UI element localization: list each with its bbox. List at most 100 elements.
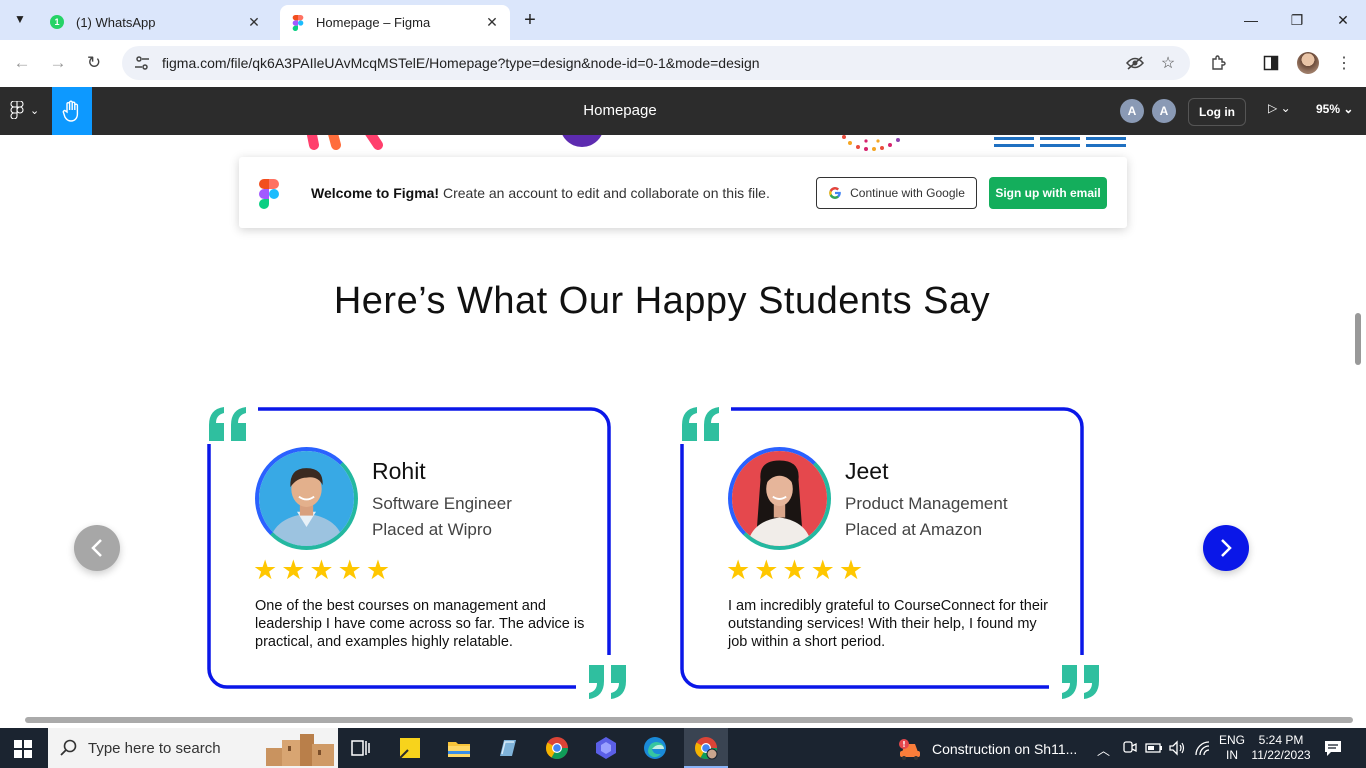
windows-taskbar: Type here to search Construction on Sh11…: [0, 728, 1366, 768]
clock-time: 5:24 PM: [1258, 733, 1304, 747]
welcome-title: Welcome to Figma!: [311, 185, 440, 201]
kebab-menu-icon[interactable]: ⋮: [1333, 52, 1355, 74]
region-code: IN: [1226, 748, 1238, 762]
student-role: Product Management: [845, 494, 1008, 513]
minimize-icon[interactable]: —: [1236, 8, 1266, 32]
tab-close-icon[interactable]: ✕: [246, 14, 262, 31]
wifi-icon[interactable]: [1194, 740, 1210, 756]
forward-arrow-icon[interactable]: →: [47, 52, 69, 74]
system-clock[interactable]: 5:24 PM 11/22/2023: [1250, 733, 1312, 763]
carousel-prev-button[interactable]: [74, 525, 120, 571]
welcome-message: Welcome to Figma! Create an account to e…: [311, 185, 770, 201]
log-in-button[interactable]: Log in: [1188, 98, 1246, 126]
testimonial-card: Jeet Product Management Placed at Amazon…: [679, 407, 1099, 702]
chrome-icon[interactable]: [545, 736, 569, 760]
tab-close-icon[interactable]: ✕: [484, 14, 500, 31]
notes-app-icon[interactable]: [496, 736, 520, 760]
tab-label: Homepage – Figma: [316, 15, 431, 30]
figma-logo-icon: [259, 179, 279, 209]
student-name: Jeet: [845, 458, 889, 484]
eye-slash-icon[interactable]: [1124, 52, 1146, 74]
open-quote-icon: [682, 407, 719, 441]
carousel-next-button[interactable]: [1203, 525, 1249, 571]
testimonial-text: I am incredibly grateful to CourseConnec…: [728, 598, 1048, 650]
side-panel-icon[interactable]: [1260, 52, 1282, 74]
whatsapp-icon: 1: [50, 14, 66, 31]
task-view-icon[interactable]: [349, 736, 373, 760]
bookmark-star-icon[interactable]: ☆: [1157, 52, 1179, 74]
student-placement: Placed at Wipro: [372, 520, 492, 539]
site-settings-icon[interactable]: [134, 55, 150, 71]
open-quote-icon: [209, 407, 246, 441]
student-placement: Placed at Amazon: [845, 520, 983, 539]
sticky-notes-icon[interactable]: [398, 736, 422, 760]
sign-up-with-email-button[interactable]: Sign up with email: [989, 177, 1107, 209]
clock-date: 11/22/2023: [1251, 748, 1311, 762]
chevron-left-icon: [91, 539, 102, 557]
copilot-icon[interactable]: [594, 736, 618, 760]
avatar: [728, 447, 831, 550]
news-widget[interactable]: Construction on Sh11...: [898, 738, 1077, 760]
search-icon: [60, 739, 77, 756]
chrome-profile-icon: [695, 737, 718, 760]
taskbar-chrome-active[interactable]: [684, 728, 728, 768]
collaborator-avatar[interactable]: A: [1120, 99, 1144, 123]
close-quote-icon: [589, 665, 626, 699]
search-placeholder: Type here to search: [88, 739, 221, 757]
welcome-text: Create an account to edit and collaborat…: [439, 185, 770, 201]
browser-tab-strip: ▼ 1 (1) WhatsApp ✕ Homepage – Figma ✕ + …: [0, 0, 1366, 40]
tab-figma-homepage[interactable]: Homepage – Figma ✕: [280, 5, 510, 40]
windows-start-icon[interactable]: [14, 740, 32, 758]
company-logo-purple-fragment: [562, 135, 602, 147]
url-text: figma.com/file/qk6A3PAIleUAvMcqMSTelE/Ho…: [162, 55, 760, 71]
file-title: Homepage: [583, 102, 657, 119]
address-bar[interactable]: figma.com/file/qk6A3PAIleUAvMcqMSTelE/Ho…: [122, 46, 1190, 80]
figma-canvas[interactable]: Welcome to Figma! Create an account to e…: [0, 135, 1366, 728]
new-tab-plus-icon[interactable]: +: [518, 8, 542, 32]
google-g-icon: [829, 187, 841, 199]
search-highlight-illustration-icon: [266, 734, 334, 766]
collaborator-avatar[interactable]: A: [1152, 99, 1176, 123]
file-explorer-icon[interactable]: [447, 736, 471, 760]
present-play-icon[interactable]: ▷ ⌄: [1268, 101, 1291, 115]
chevron-up-icon[interactable]: ︿: [1097, 740, 1110, 759]
star-rating: ★★★★★: [253, 555, 395, 585]
page-title: Here’s What Our Happy Students Say: [333, 280, 991, 322]
continue-with-google-button[interactable]: Continue with Google: [816, 177, 977, 209]
tab-label: (1) WhatsApp: [76, 15, 156, 30]
welcome-banner: Welcome to Figma! Create an account to e…: [239, 157, 1127, 228]
testimonial-text: One of the best courses on management an…: [255, 598, 585, 650]
restore-icon[interactable]: ❐: [1282, 8, 1312, 32]
traffic-alert-icon: [899, 739, 920, 760]
vertical-scrollbar[interactable]: [1355, 313, 1361, 365]
chevron-right-icon: [1221, 539, 1232, 557]
tab-search-dropdown-icon[interactable]: ▼: [8, 7, 32, 31]
meet-now-icon[interactable]: [1121, 740, 1137, 756]
volume-icon[interactable]: [1168, 740, 1186, 756]
google-button-label: Continue with Google: [850, 186, 965, 200]
company-logo-myntra-fragment: [306, 135, 383, 150]
reload-icon[interactable]: ↻: [83, 52, 105, 74]
notification-center-icon[interactable]: [1324, 739, 1342, 757]
input-language-indicator[interactable]: ENG IN: [1219, 733, 1245, 763]
horizontal-scrollbar[interactable]: [25, 717, 1353, 723]
taskbar-search-box[interactable]: Type here to search: [48, 728, 338, 768]
zoom-level: 95%: [1316, 102, 1341, 116]
testimonial-card: Rohit Software Engineer Placed at Wipro …: [206, 407, 626, 702]
star-rating: ★★★★★: [726, 555, 868, 585]
tab-whatsapp[interactable]: 1 (1) WhatsApp ✕: [40, 5, 272, 40]
close-quote-icon: [1062, 665, 1099, 699]
edge-icon[interactable]: [643, 736, 667, 760]
language-code: ENG: [1219, 733, 1246, 747]
window-close-icon[interactable]: ✕: [1328, 8, 1358, 32]
company-logo-ibm-fragment: [994, 137, 1126, 147]
profile-avatar[interactable]: [1297, 52, 1319, 74]
back-arrow-icon[interactable]: ←: [11, 52, 33, 74]
battery-icon[interactable]: [1145, 740, 1163, 756]
browser-toolbar: ← → ↻ figma.com/file/qk6A3PAIleUAvMcqMST…: [0, 40, 1366, 87]
extensions-icon[interactable]: [1207, 52, 1229, 74]
zoom-dropdown[interactable]: 95% ⌄: [1316, 102, 1353, 116]
student-role: Software Engineer: [372, 494, 512, 513]
student-name: Rohit: [372, 458, 426, 484]
company-logo-google-fragment: [180, 135, 216, 149]
